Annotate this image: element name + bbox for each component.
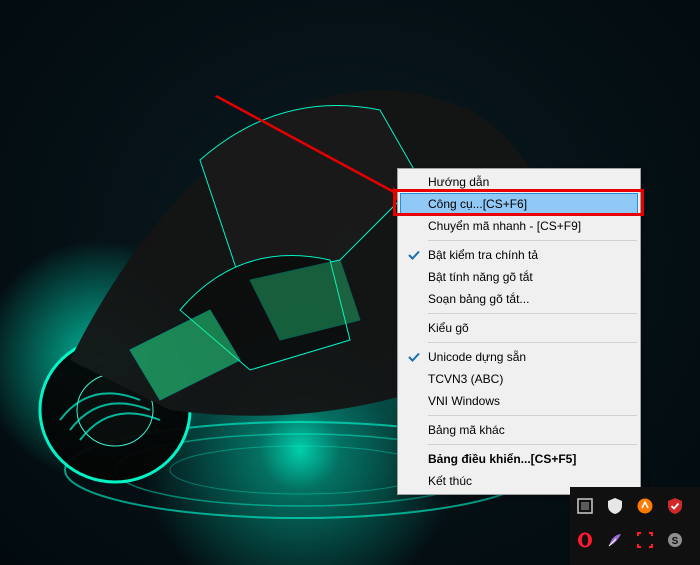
menu-label: Chuyển mã nhanh - [CS+F9]: [428, 219, 581, 233]
skype-icon[interactable]: S: [662, 525, 688, 555]
menu-item-other-encodings[interactable]: Bảng mã khác: [400, 419, 638, 441]
focus-frame-icon[interactable]: [632, 525, 658, 555]
menu-separator: [428, 342, 637, 343]
menu-item-macros[interactable]: Bật tính năng gõ tắt: [400, 266, 638, 288]
menu-label: Soạn bảng gõ tắt...: [428, 292, 529, 306]
menu-label: Bật tính năng gõ tắt: [428, 270, 533, 284]
checkmark-icon[interactable]: [662, 491, 688, 521]
menu-separator: [428, 240, 637, 241]
menu-label: Unicode dựng sẵn: [428, 350, 526, 364]
menu-item-guide[interactable]: Hướng dẫn: [400, 171, 638, 193]
menu-label: Bật kiểm tra chính tả: [428, 248, 538, 262]
menu-label: Kiểu gõ: [428, 321, 469, 335]
menu-label: TCVN3 (ABC): [428, 372, 503, 386]
menu-item-tcvn3[interactable]: TCVN3 (ABC): [400, 368, 638, 390]
menu-item-control-panel[interactable]: Bảng điều khiển...[CS+F5]: [400, 448, 638, 470]
opera-icon[interactable]: [572, 525, 598, 555]
system-tray: S: [570, 487, 700, 565]
menu-label: Bảng mã khác: [428, 423, 505, 437]
tray-hidden-icons[interactable]: [572, 491, 598, 521]
menu-label: Bảng điều khiển...[CS+F5]: [428, 452, 576, 466]
menu-item-quick-convert[interactable]: Chuyển mã nhanh - [CS+F9]: [400, 215, 638, 237]
menu-item-spellcheck[interactable]: Bật kiểm tra chính tả: [400, 244, 638, 266]
menu-label: Công cụ...[CS+F6]: [428, 197, 527, 211]
feather-icon[interactable]: [602, 525, 628, 555]
menu-item-vni[interactable]: VNI Windows: [400, 390, 638, 412]
menu-separator: [428, 313, 637, 314]
menu-item-input-method[interactable]: Kiểu gõ: [400, 317, 638, 339]
svg-text:S: S: [672, 536, 679, 547]
menu-label: VNI Windows: [428, 394, 500, 408]
menu-item-unicode[interactable]: Unicode dựng sẵn: [400, 346, 638, 368]
menu-item-tools[interactable]: Công cụ...[CS+F6]: [400, 193, 638, 215]
checkmark-icon: [406, 349, 422, 365]
menu-label: Kết thúc: [428, 474, 472, 488]
unikey-context-menu: Hướng dẫn Công cụ...[CS+F6] Chuyển mã nh…: [397, 168, 641, 495]
menu-separator: [428, 415, 637, 416]
checkmark-icon: [406, 247, 422, 263]
windows-defender-icon[interactable]: [602, 491, 628, 521]
avast-icon[interactable]: [632, 491, 658, 521]
menu-item-edit-macros[interactable]: Soạn bảng gõ tắt...: [400, 288, 638, 310]
menu-separator: [428, 444, 637, 445]
menu-label: Hướng dẫn: [428, 175, 489, 189]
